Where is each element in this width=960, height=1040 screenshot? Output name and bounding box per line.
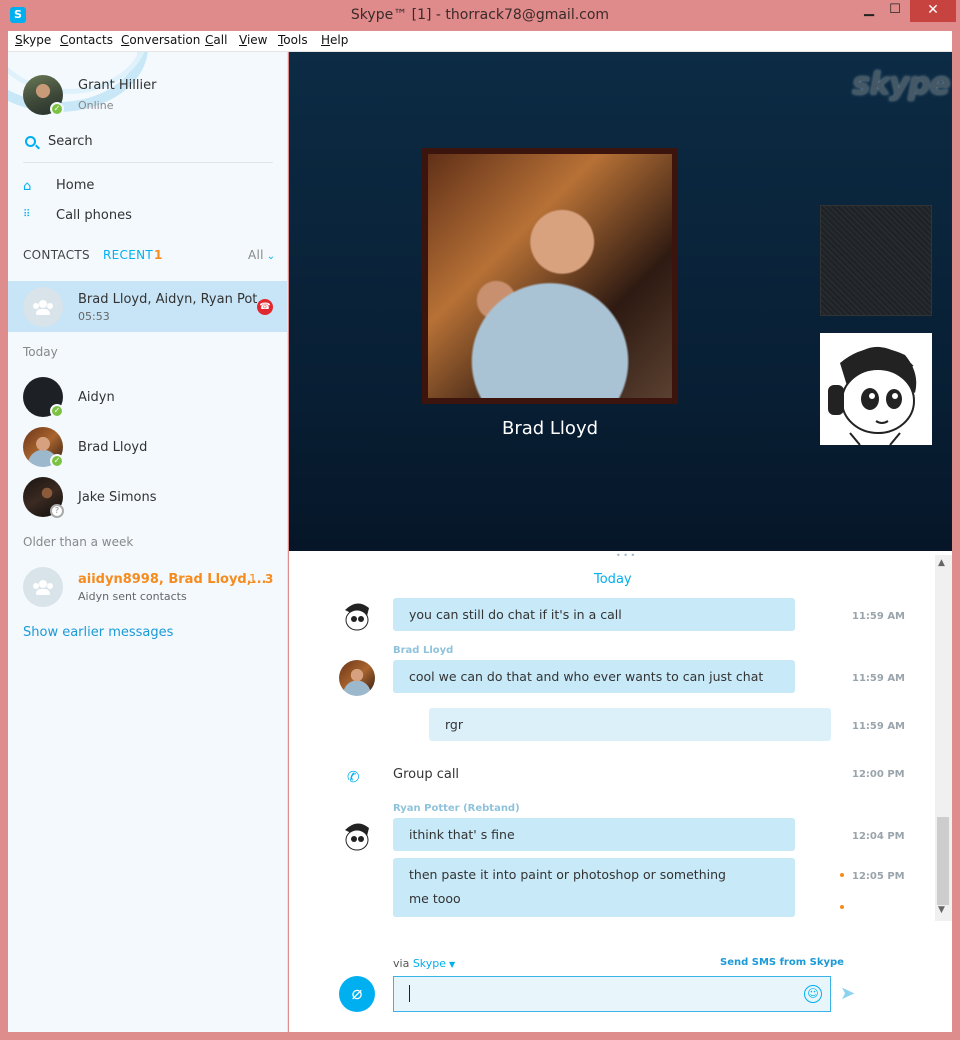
message-sender: Ryan Potter (Rebtand)	[393, 803, 520, 814]
video-call-stage: skype Brad Lloyd	[289, 52, 952, 551]
dialpad-icon: ⠿	[23, 209, 30, 220]
message-avatar	[339, 818, 375, 854]
conversation-preview: Aidyn sent contacts	[78, 590, 187, 603]
contact-name[interactable]: Brad Lloyd	[78, 440, 147, 455]
main-participant-name: Brad Lloyd	[501, 418, 599, 439]
menu-help[interactable]: Help	[321, 33, 348, 47]
unread-count: 1	[249, 572, 257, 586]
date-divider: Today	[594, 572, 632, 587]
group-icon	[33, 300, 53, 315]
group-avatar[interactable]	[23, 567, 63, 607]
message-bubble: then paste it into paint or photoshop or…	[393, 858, 795, 917]
message-input[interactable]: ☺	[393, 976, 831, 1012]
participant-thumbnail[interactable]	[820, 205, 932, 316]
via-skype-link[interactable]: Skype	[413, 957, 446, 970]
recent-count-badge: 1	[154, 248, 163, 262]
text-caret	[409, 985, 410, 1002]
chevron-down-icon: ⌄	[266, 251, 276, 262]
pending-indicator	[840, 873, 844, 877]
window-title: Skype™ [1] - thorrack78@gmail.com	[350, 7, 610, 23]
cartoon-avatar-icon	[828, 346, 917, 445]
nav-home[interactable]: ⌂ Home	[23, 178, 223, 200]
message-timestamp: 12:04 PM	[852, 831, 905, 842]
attach-file-button[interactable]: ⌀	[339, 976, 375, 1012]
show-earlier-messages-link[interactable]: Show earlier messages	[23, 625, 173, 640]
message-bubble-self: rgr	[429, 708, 831, 741]
filter-all-label: All	[248, 248, 264, 262]
call-duration: 05:53	[78, 310, 110, 323]
message-bubble: ithink that' s fine	[393, 818, 795, 851]
message-timestamp: 11:59 AM	[852, 611, 906, 622]
tab-contacts[interactable]: CONTACTS	[23, 248, 90, 262]
nav-call-phones[interactable]: ⠿ Call phones	[23, 208, 223, 230]
online-status-icon: ✓	[50, 404, 64, 418]
conversation-title: Brad Lloyd, Aidyn, Ryan Pot...	[78, 292, 270, 307]
search-box[interactable]: Search	[23, 133, 273, 163]
message-avatar	[339, 598, 375, 634]
minimize-button[interactable]: ▁	[856, 0, 882, 22]
emoticon-icon[interactable]: ☺	[804, 985, 822, 1003]
contact-tabs: CONTACTS RECENT 1 All ⌄	[23, 248, 278, 268]
message-bubble: cool we can do that and who ever wants t…	[393, 660, 795, 693]
menu-tools[interactable]: Tools	[278, 33, 308, 47]
home-icon: ⌂	[23, 179, 32, 194]
message-line: me tooo	[409, 891, 461, 906]
profile-status[interactable]: Online	[78, 99, 113, 112]
message-avatar	[339, 660, 375, 696]
window-titlebar[interactable]: S Skype™ [1] - thorrack78@gmail.com ▁ ☐ …	[0, 0, 960, 31]
message-line: then paste it into paint or photoshop or…	[409, 867, 726, 882]
menu-call[interactable]: Call	[205, 33, 227, 47]
unknown-status-icon: ?	[50, 504, 64, 518]
end-call-icon[interactable]: ☎	[257, 299, 273, 315]
message-timestamp: 11:59 AM	[852, 673, 906, 684]
message-timestamp: 11:59 AM	[852, 721, 906, 732]
message-timestamp: 12:05 PM	[852, 871, 905, 882]
unread-count: 3	[265, 572, 274, 586]
contact-name[interactable]: Aidyn	[78, 390, 115, 405]
send-icon[interactable]: ➤	[840, 983, 855, 1004]
section-older: Older than a week	[23, 535, 134, 549]
phone-icon: ✆	[347, 768, 360, 786]
participant-thumbnail[interactable]	[820, 333, 932, 445]
menu-view[interactable]: View	[239, 33, 267, 47]
message-timestamp: 12:00 PM	[852, 769, 905, 780]
conversation-pane: skype Brad Lloyd • • • ▲ ▼ Today you can…	[289, 52, 952, 1032]
conversation-title-unread[interactable]: aiidyn8998, Brad Lloyd,...	[78, 572, 267, 587]
profile-name[interactable]: Grant Hillier	[78, 78, 156, 93]
menu-skype[interactable]: Skype	[15, 33, 51, 47]
via-prefix: via	[393, 957, 410, 970]
pending-indicator	[840, 905, 844, 909]
maximize-button[interactable]: ☐	[882, 0, 908, 22]
menu-bar: Skype Contacts Conversation Call View To…	[8, 31, 952, 52]
sidebar: ✓ Grant Hillier Online Search ⌂ Home ⠿ C…	[8, 52, 288, 1032]
search-label: Search	[48, 134, 93, 149]
close-button[interactable]: ✕	[910, 0, 956, 22]
skype-logo: skype	[852, 66, 950, 102]
message-sender: Brad Lloyd	[393, 645, 454, 656]
message-bubble: you can still do chat if it's in a call	[393, 598, 795, 631]
chat-history: Today you can still do chat if it's in a…	[289, 555, 952, 925]
group-icon	[33, 580, 53, 595]
window-border	[0, 1032, 960, 1040]
online-status-icon: ✓	[50, 454, 64, 468]
menu-conversation[interactable]: Conversation	[121, 33, 200, 47]
section-today: Today	[23, 345, 58, 359]
group-avatar	[23, 287, 63, 327]
contact-name[interactable]: Jake Simons	[78, 490, 157, 505]
online-status-icon: ✓	[50, 102, 64, 116]
send-sms-link[interactable]: Send SMS from Skype	[720, 957, 844, 968]
menu-contacts[interactable]: Contacts	[60, 33, 113, 47]
nav-home-label: Home	[56, 178, 95, 193]
tab-recent[interactable]: RECENT	[103, 248, 153, 262]
chevron-down-icon: ▼	[449, 960, 456, 969]
filter-all-dropdown[interactable]: All ⌄	[248, 248, 275, 262]
via-selector[interactable]: via Skype ▼	[393, 957, 455, 970]
main-participant-video[interactable]	[422, 148, 678, 404]
group-call-event: Group call	[393, 767, 460, 782]
nav-call-phones-label: Call phones	[56, 208, 132, 223]
search-icon	[25, 136, 36, 147]
